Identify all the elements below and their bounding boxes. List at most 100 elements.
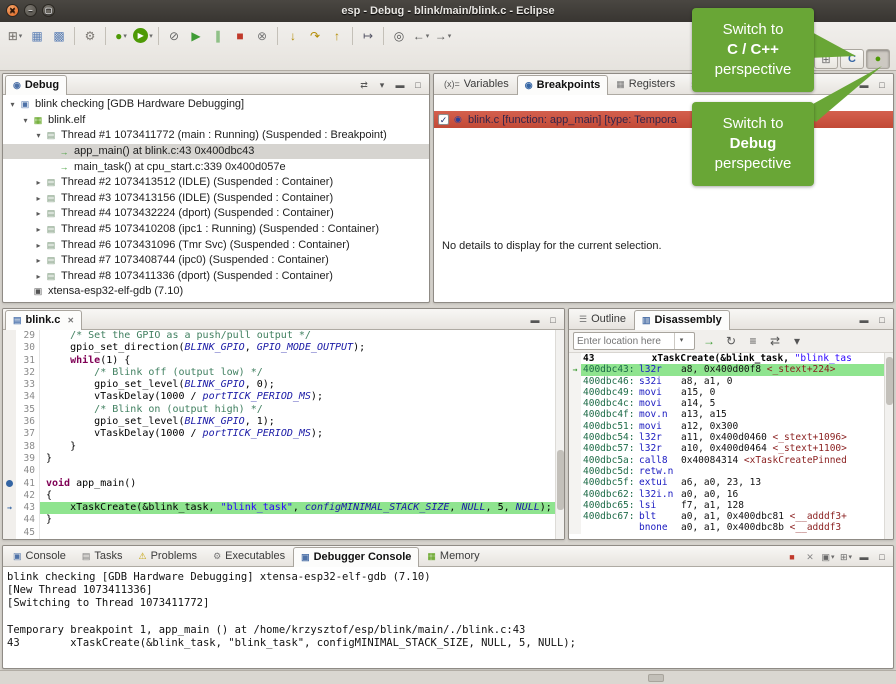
tree-item-label: Thread #1 1073411772 (main : Running) (S… xyxy=(61,130,387,141)
debug-tree-item[interactable]: ▸▤Thread #6 1073431096 (Tmr Svc) (Suspen… xyxy=(3,237,429,253)
suspend-icon[interactable]: ∥ xyxy=(207,25,229,47)
views-tab-variables[interactable]: (x)=Variables xyxy=(436,74,517,94)
step-into-icon[interactable]: ↓ xyxy=(282,25,304,47)
debug-tree-item[interactable]: ▾▣blink checking [GDB Hardware Debugging… xyxy=(3,97,429,113)
tasks-icon: ▤ xyxy=(82,552,91,561)
sync-icon[interactable]: ⇄ xyxy=(764,330,786,352)
step-return-icon[interactable]: ↑ xyxy=(326,25,348,47)
memory-icon: ▦ xyxy=(427,552,436,561)
close-tab-icon[interactable]: ✕ xyxy=(67,316,74,325)
bottom-tab-problems[interactable]: ⚠Problems xyxy=(131,546,206,566)
maximize-icon[interactable]: □ xyxy=(410,76,426,94)
bottom-tab-tasks[interactable]: ▤Tasks xyxy=(74,546,131,566)
bottom-tab-console[interactable]: ▣Console xyxy=(5,546,74,566)
twistie-icon[interactable]: ▸ xyxy=(33,272,44,281)
combo-dropdown-icon[interactable]: ▾ xyxy=(674,333,688,349)
skip-breakpoints-icon[interactable]: ⊘ xyxy=(163,25,185,47)
forward-icon[interactable]: → xyxy=(432,25,454,47)
line-number: 29 xyxy=(16,330,40,342)
search-icon[interactable]: ◎ xyxy=(388,25,410,47)
debug-icon[interactable]: ● xyxy=(110,25,132,47)
instruction-stepping-icon[interactable]: ↦ xyxy=(357,25,379,47)
disconnect-icon[interactable]: ⊗ xyxy=(251,25,273,47)
twistie-icon[interactable]: ▸ xyxy=(33,241,44,250)
debug-tree-item[interactable]: →app_main() at blink.c:43 0x400dbc43 xyxy=(3,144,429,160)
disassembly-listing[interactable]: 43 xTaskCreate(&blink_task, "blink_tas→4… xyxy=(569,353,893,539)
remove-launch-icon[interactable]: ✕ xyxy=(802,548,818,566)
debug-tree-item[interactable]: ▾▤Thread #1 1073411772 (main : Running) … xyxy=(3,128,429,144)
maximize-icon[interactable]: □ xyxy=(874,548,890,566)
maximize-icon[interactable]: □ xyxy=(874,311,890,329)
window-maximize-button[interactable]: ▢ xyxy=(42,4,55,17)
disassembly-scrollbar[interactable] xyxy=(884,353,893,539)
debug-tree-item[interactable]: ▣xtensa-esp32-elf-gdb (7.10) xyxy=(3,284,429,300)
save-icon[interactable]: ▦ xyxy=(26,25,48,47)
right-tab-disassembly[interactable]: ▥Disassembly xyxy=(634,310,730,330)
resume-icon[interactable]: ▶ xyxy=(185,25,207,47)
editor-tab-blink-c[interactable]: ▤blink.c✕ xyxy=(5,310,82,330)
minimize-icon[interactable]: ▬ xyxy=(856,548,872,566)
location-input[interactable] xyxy=(574,336,674,347)
horizontal-scrollbar-thumb[interactable] xyxy=(648,674,664,682)
debug-tree-item[interactable]: ▸▤Thread #8 1073411336 (dport) (Suspende… xyxy=(3,269,429,285)
window-close-button[interactable]: ✕ xyxy=(6,4,19,17)
terminate-icon[interactable]: ■ xyxy=(229,25,251,47)
tree-item-label: xtensa-esp32-elf-gdb (7.10) xyxy=(48,286,183,297)
connect-icon[interactable]: ⇄ xyxy=(356,76,372,94)
debug-tree-item[interactable]: ▸▤Thread #3 1073413156 (IDLE) (Suspended… xyxy=(3,191,429,207)
twistie-icon[interactable]: ▾ xyxy=(33,131,44,140)
debug-tab-debug[interactable]: ◉Debug xyxy=(5,75,67,95)
back-icon[interactable]: ← xyxy=(410,25,432,47)
maximize-icon[interactable]: □ xyxy=(545,311,561,329)
location-combo[interactable]: ▾ xyxy=(573,332,695,350)
debug-tree-item[interactable]: →main_task() at cpu_start.c:339 0x400d05… xyxy=(3,159,429,175)
refresh-icon[interactable]: ↻ xyxy=(720,330,742,352)
code-line: 34 vTaskDelay(1000 / portTICK_PERIOD_MS)… xyxy=(3,391,564,403)
minimize-icon[interactable]: ▬ xyxy=(392,76,408,94)
step-over-icon[interactable]: ↷ xyxy=(304,25,326,47)
editor-scrollbar[interactable] xyxy=(555,330,564,539)
twistie-icon[interactable]: ▾ xyxy=(20,116,31,125)
editor-scrollbar-thumb[interactable] xyxy=(557,450,564,510)
bottom-tab-memory[interactable]: ▦Memory xyxy=(419,546,487,566)
save-all-icon[interactable]: ▩ xyxy=(48,25,70,47)
source-mode-icon[interactable]: ≡ xyxy=(742,330,764,352)
display-console-icon[interactable]: ▣ xyxy=(820,548,836,566)
window-minimize-button[interactable]: – xyxy=(24,4,37,17)
right-tab-outline[interactable]: ☰Outline xyxy=(571,309,634,329)
breakpoint-checkbox[interactable]: ✓ xyxy=(438,114,449,125)
twistie-icon[interactable]: ▸ xyxy=(33,225,44,234)
view-menu-icon[interactable]: ▾ xyxy=(786,330,808,352)
twistie-icon[interactable]: ▸ xyxy=(33,194,44,203)
minimize-icon[interactable]: ▬ xyxy=(527,311,543,329)
run-icon[interactable]: ▶ xyxy=(132,25,154,47)
bottom-tab-executables[interactable]: ⚙Executables xyxy=(205,546,293,566)
bottom-tab-debugger-console[interactable]: ▣Debugger Console xyxy=(293,547,419,567)
terminate-console-icon[interactable]: ■ xyxy=(784,548,800,566)
debug-tree-item[interactable]: ▸▤Thread #7 1073408744 (ipc0) (Suspended… xyxy=(3,253,429,269)
views-tab-breakpoints[interactable]: ◉Breakpoints xyxy=(517,75,608,95)
views-tab-registers[interactable]: ▦Registers xyxy=(608,74,683,94)
build-icon[interactable]: ⚙ xyxy=(79,25,101,47)
twistie-icon[interactable]: ▸ xyxy=(33,256,44,265)
maximize-icon-glyph: □ xyxy=(550,316,555,325)
debugger-console-output[interactable]: blink checking [GDB Hardware Debugging] … xyxy=(3,567,893,650)
new-wizard-icon[interactable]: ⊞ xyxy=(4,25,26,47)
disassembly-scrollbar-thumb[interactable] xyxy=(886,357,893,405)
asm-line: 400dbc46:s32ia8, a1, 0 xyxy=(569,376,893,387)
go-to-pc-icon[interactable]: → xyxy=(698,330,720,352)
debug-tree-item[interactable]: ▸▤Thread #4 1073432224 (dport) (Suspende… xyxy=(3,206,429,222)
code-text: /* Set the GPIO as a push/pull output */ xyxy=(40,330,564,342)
debug-tree-item[interactable]: ▸▤Thread #5 1073410208 (ipc1 : Running) … xyxy=(3,222,429,238)
debug-tree-item[interactable]: ▾▦blink.elf xyxy=(3,113,429,129)
minimize-icon[interactable]: ▬ xyxy=(856,311,872,329)
code-editor[interactable]: 29 /* Set the GPIO as a push/pull output… xyxy=(3,330,564,539)
twistie-icon[interactable]: ▸ xyxy=(33,178,44,187)
code-line: 30 gpio_set_direction(BLINK_GPIO, GPIO_M… xyxy=(3,342,564,354)
twistie-icon[interactable]: ▾ xyxy=(7,100,18,109)
view-menu-icon[interactable]: ▾ xyxy=(374,76,390,94)
twistie-icon[interactable]: ▸ xyxy=(33,209,44,218)
debug-tree-item[interactable]: ▸▤Thread #2 1073413512 (IDLE) (Suspended… xyxy=(3,175,429,191)
minimize-icon-glyph: ▬ xyxy=(531,316,540,325)
open-console-icon[interactable]: ⊞ xyxy=(838,548,854,566)
